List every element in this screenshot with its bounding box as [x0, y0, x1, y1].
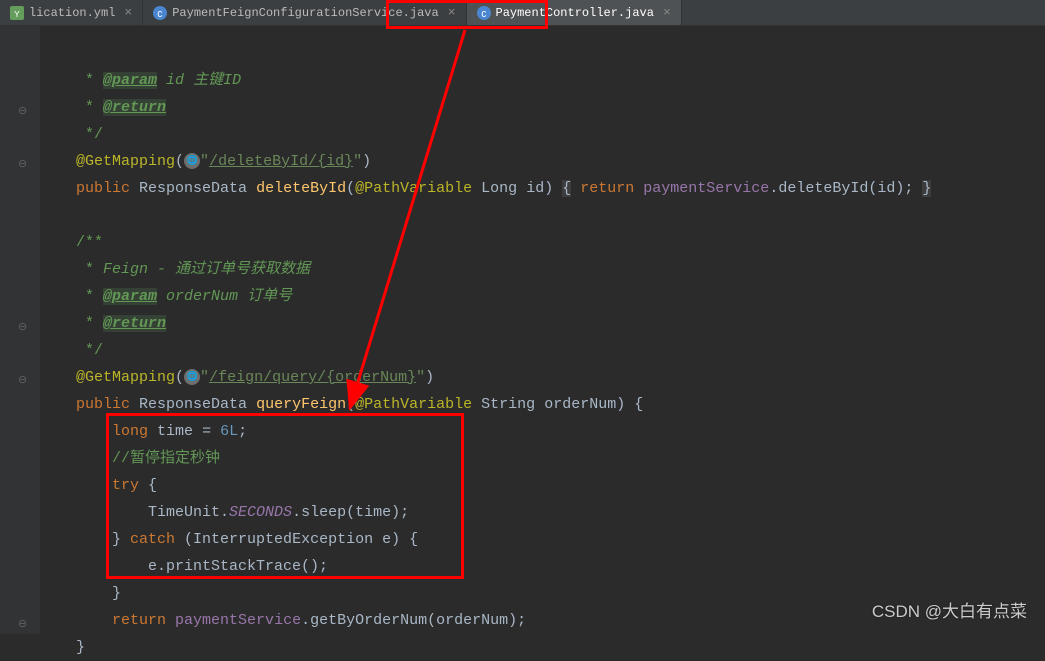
impl-marker-icon[interactable]: ⊖ [18, 157, 27, 171]
watermark-text: CSDN @大白有点菜 [872, 597, 1027, 622]
editor-gutter: ⊖ ⊖ ⊖ ⊖ ⊖ [0, 26, 40, 634]
svg-text:C: C [481, 10, 487, 20]
tab-payment-controller[interactable]: C PaymentController.java × [467, 0, 682, 25]
fold-marker-icon[interactable]: ⊖ [18, 320, 27, 334]
editor-tabs: Y lication.yml × C PaymentFeignConfigura… [0, 0, 1045, 26]
tab-label: lication.yml [29, 6, 115, 20]
tab-label: PaymentFeignConfigurationService.java [172, 6, 438, 20]
close-icon[interactable]: × [448, 5, 456, 20]
fold-marker-icon[interactable]: ⊖ [18, 617, 27, 631]
tab-label: PaymentController.java [496, 6, 654, 20]
impl-marker-icon[interactable]: ⊖ [18, 373, 27, 387]
globe-icon: 🌐 [184, 369, 200, 385]
tab-feign-service[interactable]: C PaymentFeignConfigurationService.java … [143, 0, 466, 25]
java-icon: C [153, 6, 167, 20]
svg-text:C: C [158, 10, 164, 20]
yml-icon: Y [10, 6, 24, 20]
close-icon[interactable]: × [663, 5, 671, 20]
fold-marker-icon[interactable]: ⊖ [18, 104, 27, 118]
svg-text:Y: Y [14, 10, 20, 20]
close-icon[interactable]: × [124, 5, 132, 20]
globe-icon: 🌐 [184, 153, 200, 169]
tab-yml[interactable]: Y lication.yml × [0, 0, 143, 25]
code-editor[interactable]: * @param id 主键ID * @return */ @GetMappin… [40, 26, 1045, 634]
java-icon: C [477, 6, 491, 20]
